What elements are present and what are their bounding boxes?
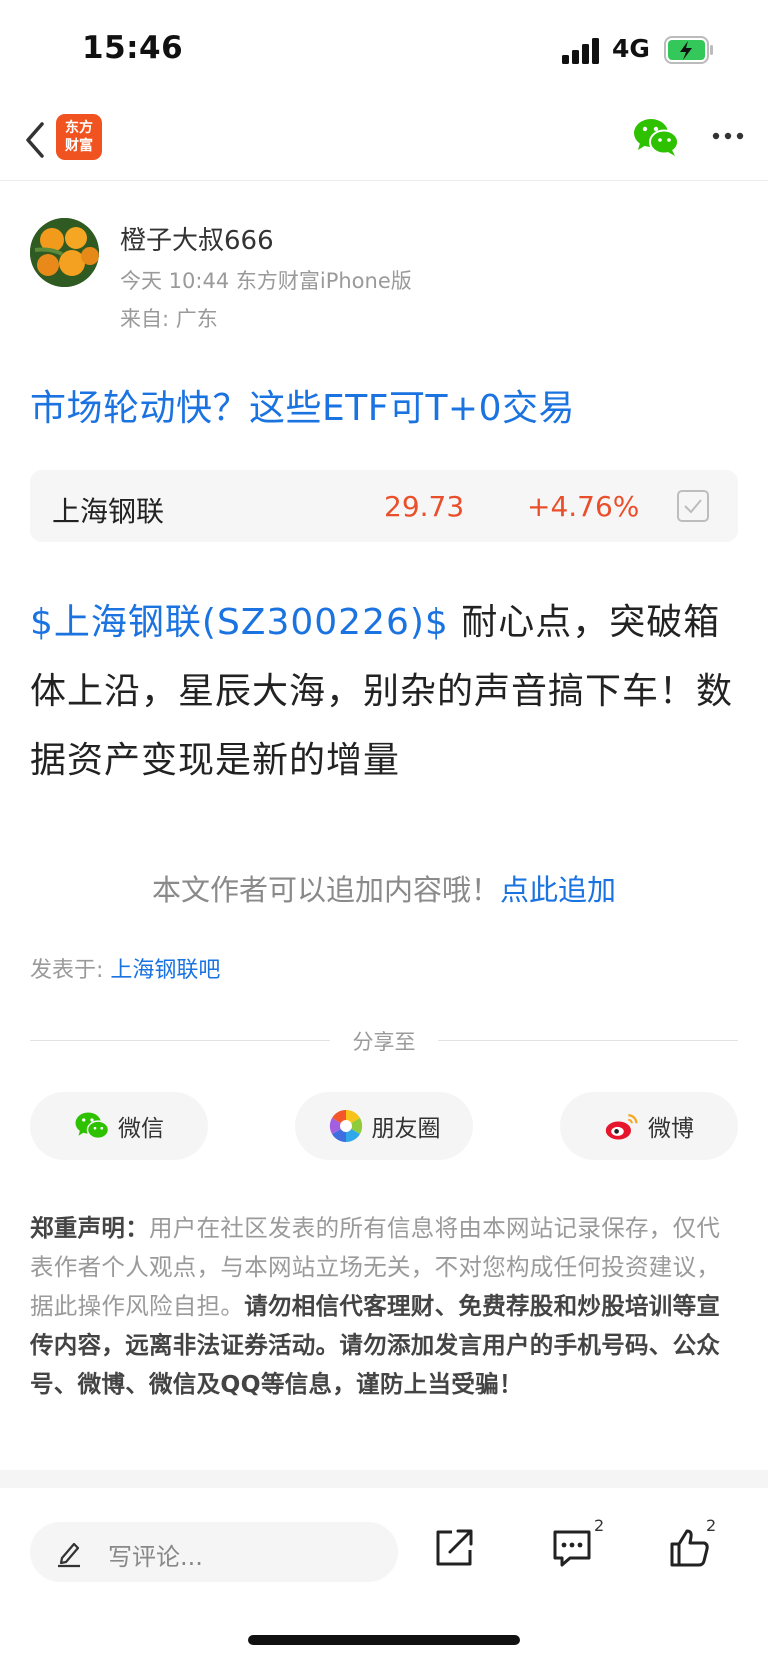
comment-icon[interactable] bbox=[550, 1526, 594, 1570]
app-logo-line1: 东方 bbox=[65, 120, 93, 136]
nav-bar: 东方 财富 bbox=[0, 100, 768, 181]
more-icon[interactable] bbox=[706, 118, 750, 154]
disclaimer: 郑重声明：用户在社区发表的所有信息将由本网站记录保存，仅代表作者个人观点，与本网… bbox=[30, 1209, 742, 1404]
comment-count-badge: 2 bbox=[594, 1516, 605, 1535]
author-name[interactable]: 橙子大叔666 bbox=[120, 220, 274, 257]
share-wechat-label: 微信 bbox=[118, 1116, 164, 1142]
status-time: 15:46 bbox=[82, 30, 184, 66]
share-weibo-label: 微博 bbox=[648, 1116, 694, 1142]
wechat-icon bbox=[75, 1112, 110, 1140]
like-count-badge: 2 bbox=[706, 1516, 717, 1535]
divider-line bbox=[438, 1040, 738, 1041]
posted-in-label: 发表于: bbox=[30, 958, 111, 983]
battery-icon bbox=[664, 36, 713, 64]
network-label: 4G bbox=[612, 34, 650, 63]
share-label: 分享至 bbox=[352, 1030, 416, 1054]
chevron-left-icon[interactable] bbox=[14, 114, 58, 166]
section-divider bbox=[0, 1470, 768, 1488]
share-icon[interactable] bbox=[432, 1526, 476, 1570]
stock-link[interactable]: $上海钢联(SZ300226)$ bbox=[30, 602, 449, 643]
share-moments-button[interactable]: 朋友圈 bbox=[295, 1092, 473, 1160]
comment-input[interactable]: 写评论... bbox=[30, 1522, 398, 1582]
checkbox-icon[interactable] bbox=[676, 489, 710, 523]
bar-link[interactable]: 上海钢联吧 bbox=[110, 958, 220, 983]
signal-icon bbox=[562, 38, 602, 64]
post-location: 来自: 广东 bbox=[120, 307, 218, 331]
stock-card[interactable]: 上海钢联 29.73 +4.76% bbox=[30, 470, 738, 542]
avatar[interactable] bbox=[30, 218, 99, 287]
comment-placeholder: 写评论... bbox=[108, 1543, 203, 1571]
post-meta: 今天 10:44 东方财富iPhone版 bbox=[120, 269, 412, 293]
app-logo: 东方 财富 bbox=[56, 114, 102, 160]
share-divider: 分享至 bbox=[30, 1026, 738, 1056]
stock-name: 上海钢联 bbox=[52, 495, 165, 528]
post-title[interactable]: 市场轮动快？这些ETF可T+0交易 bbox=[30, 379, 575, 431]
wechat-icon[interactable] bbox=[632, 116, 680, 158]
share-weibo-button[interactable]: 微博 bbox=[560, 1092, 738, 1160]
bottom-bar: 写评论... 2 2 bbox=[0, 1488, 768, 1663]
post-body: $上海钢联(SZ300226)$ 耐心点，突破箱体上沿，星辰大海，别杂的声音搞下… bbox=[30, 588, 740, 795]
posted-in: 发表于: 上海钢联吧 bbox=[30, 952, 220, 984]
disclaimer-heading: 郑重声明： bbox=[30, 1214, 149, 1242]
moments-icon bbox=[329, 1109, 362, 1143]
app-logo-line2: 财富 bbox=[65, 138, 93, 154]
stock-change: +4.76% bbox=[527, 490, 640, 523]
avatar-image bbox=[30, 218, 99, 287]
append-link[interactable]: 点此追加 bbox=[500, 873, 616, 907]
pencil-icon bbox=[58, 1542, 80, 1568]
stock-price: 29.73 bbox=[384, 490, 465, 523]
append-note: 本文作者可以追加内容哦！点此追加 bbox=[0, 867, 768, 909]
home-indicator bbox=[248, 1635, 520, 1645]
status-bar: 15:46 4G bbox=[0, 0, 768, 100]
weibo-icon bbox=[605, 1114, 638, 1140]
append-note-text: 本文作者可以追加内容哦！ bbox=[151, 873, 500, 907]
share-wechat-button[interactable]: 微信 bbox=[30, 1092, 208, 1160]
share-moments-label: 朋友圈 bbox=[371, 1116, 441, 1142]
